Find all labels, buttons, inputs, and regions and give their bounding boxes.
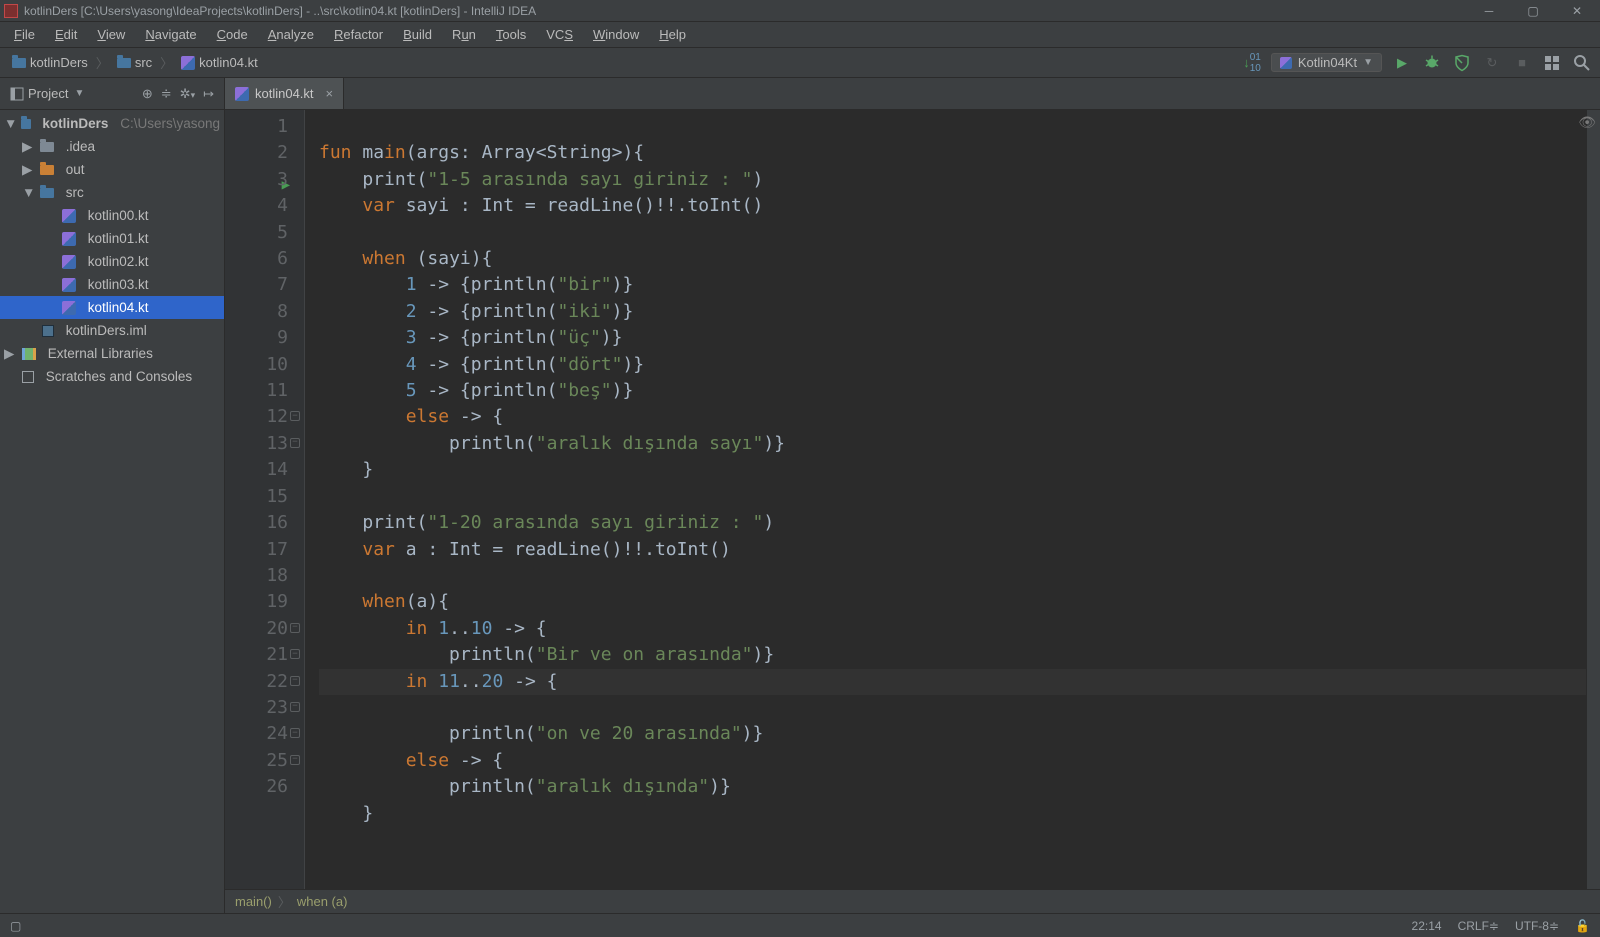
debug-button[interactable] <box>1422 53 1442 73</box>
menu-view[interactable]: View <box>89 25 133 44</box>
updates-icon[interactable]: ↓0110 <box>1243 52 1261 74</box>
crumb-when[interactable]: when (a) <box>297 894 348 909</box>
gutter: 12▶3456789101112−13−14151617181920−21−22… <box>225 110 305 889</box>
chevron-down-icon: ▼ <box>1363 57 1373 68</box>
event-log-icon[interactable]: ▢ <box>10 919 21 933</box>
tree-out[interactable]: ▶ out <box>0 158 224 181</box>
menu-file[interactable]: File <box>6 25 43 44</box>
scrollbar[interactable] <box>1586 110 1600 889</box>
menu-code[interactable]: Code <box>209 25 256 44</box>
crumb-src[interactable]: src <box>113 53 156 72</box>
tree-k2[interactable]: kotlin02.kt <box>0 250 224 273</box>
code-area[interactable]: fun main(args: Array<String>){ print("1-… <box>305 110 1586 889</box>
tree-idea[interactable]: ▶ .idea <box>0 135 224 158</box>
editor[interactable]: 👁 12▶3456789101112−13−14151617181920−21−… <box>225 110 1600 889</box>
tree-ext[interactable]: ▶ External Libraries <box>0 342 224 365</box>
menu-help[interactable]: Help <box>651 25 694 44</box>
close-button[interactable]: ✕ <box>1568 4 1586 18</box>
collapse-icon[interactable]: ≑ <box>161 86 172 102</box>
editor-tabbar: kotlin04.kt × <box>225 78 1600 110</box>
menu-tools[interactable]: Tools <box>488 25 534 44</box>
kotlin-icon <box>1280 57 1292 69</box>
crumb-file[interactable]: kotlin04.kt <box>177 53 262 72</box>
cursor-position[interactable]: 22:14 <box>1412 919 1442 933</box>
inspection-eye-icon[interactable]: 👁 <box>1578 114 1596 131</box>
menu-edit[interactable]: Edit <box>47 25 85 44</box>
crumb-main[interactable]: main() <box>235 894 272 909</box>
project-panel-toggle[interactable]: Project ▼ <box>4 84 90 103</box>
menu-analyze[interactable]: Analyze <box>260 25 322 44</box>
structure-button[interactable] <box>1542 53 1562 73</box>
window-title: kotlinDers [C:\Users\yasong\IdeaProjects… <box>24 4 536 18</box>
tab-label: kotlin04.kt <box>255 86 314 101</box>
stop-button[interactable]: ■ <box>1512 53 1532 73</box>
menu-window[interactable]: Window <box>585 25 647 44</box>
encoding[interactable]: UTF-8≑ <box>1515 919 1559 933</box>
editor-breadcrumb: main() 〉 when (a) <box>225 889 1600 913</box>
kotlin-icon <box>235 87 249 101</box>
search-button[interactable] <box>1572 53 1592 73</box>
tree-k0[interactable]: kotlin00.kt <box>0 204 224 227</box>
tree-k1[interactable]: kotlin01.kt <box>0 227 224 250</box>
menu-navigate[interactable]: Navigate <box>137 25 204 44</box>
tree-scratches[interactable]: Scratches and Consoles <box>0 365 224 388</box>
run-config-name: Kotlin04Kt <box>1298 55 1357 70</box>
menubar: File Edit View Navigate Code Analyze Ref… <box>0 22 1600 48</box>
tree-src[interactable]: ▼ src <box>0 181 224 204</box>
tree-root[interactable]: ▼ kotlinDers C:\Users\yasong <box>0 112 224 135</box>
statusbar: ▢ 22:14 CRLF≑ UTF-8≑ 🔓 <box>0 913 1600 937</box>
gear-icon[interactable]: ✲▾ <box>180 86 195 102</box>
readonly-lock-icon[interactable]: 🔓 <box>1575 919 1590 933</box>
target-icon[interactable]: ⊕ <box>142 86 153 102</box>
menu-refactor[interactable]: Refactor <box>326 25 391 44</box>
run-button[interactable]: ▶ <box>1392 53 1412 73</box>
titlebar: kotlinDers [C:\Users\yasong\IdeaProjects… <box>0 0 1600 22</box>
tree-iml[interactable]: kotlinDers.iml <box>0 319 224 342</box>
hide-panel-icon[interactable]: ↦ <box>203 86 214 102</box>
tree-k3[interactable]: kotlin03.kt <box>0 273 224 296</box>
app-icon <box>4 4 18 18</box>
project-tree: ▼ kotlinDers C:\Users\yasong ▶ .idea ▶ o… <box>0 110 225 913</box>
menu-build[interactable]: Build <box>395 25 440 44</box>
menu-vcs[interactable]: VCS <box>538 25 581 44</box>
crumb-project[interactable]: kotlinDers <box>8 53 92 72</box>
tab-kotlin04[interactable]: kotlin04.kt × <box>225 78 344 109</box>
nav-toolbar: kotlinDers 〉 src 〉 kotlin04.kt ↓0110 Kot… <box>0 48 1600 78</box>
minimize-button[interactable]: ─ <box>1480 4 1498 18</box>
coverage-button[interactable] <box>1452 53 1472 73</box>
breadcrumb: kotlinDers 〉 src 〉 kotlin04.kt <box>8 53 262 72</box>
line-sep[interactable]: CRLF≑ <box>1458 919 1499 933</box>
project-panel-header: Project ▼ ⊕ ≑ ✲▾ ↦ <box>0 78 225 110</box>
tree-k4[interactable]: kotlin04.kt <box>0 296 224 319</box>
rerun-button[interactable]: ↻ <box>1482 53 1502 73</box>
close-tab-icon[interactable]: × <box>326 86 334 101</box>
maximize-button[interactable]: ▢ <box>1524 4 1542 18</box>
menu-run[interactable]: Run <box>444 25 484 44</box>
run-config-selector[interactable]: Kotlin04Kt ▼ <box>1271 53 1382 72</box>
